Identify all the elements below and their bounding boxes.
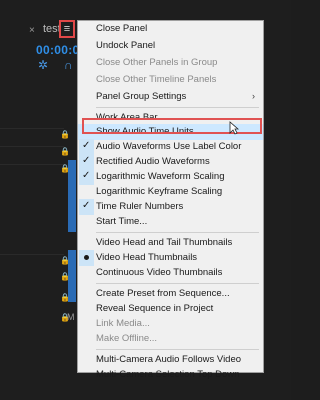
menu-item-label: Logarithmic Keyframe Scaling [96,186,223,197]
track-headers [0,78,64,400]
menu-item[interactable]: ✓ Rectified Audio Waveforms [78,154,263,170]
panel-menu-button[interactable]: ≡ [59,20,75,38]
track-target-indicator[interactable] [68,250,76,302]
menu-item-label: Continuous Video Thumbnails [96,267,223,278]
menu-item[interactable]: Close Other Panels in Group [78,55,263,71]
panel-context-menu: Close Panel Undock Panel Close Other Panel… [77,20,264,380]
menu-item[interactable]: Close Panel [78,21,263,37]
menu-item-label: Reveal Sequence in Project [96,303,214,314]
menu-item-label: Close Other Timeline Panels [96,74,217,85]
menu-item[interactable]: Link Media... [78,316,263,332]
menu-separator [96,232,259,233]
track-label: M [67,312,75,322]
tab-close-icon[interactable]: × [29,25,35,36]
radio-dot [84,255,89,260]
checkmark-glyph: ✓ [82,170,91,181]
checkmark-glyph: ✓ [82,200,91,211]
menu-item[interactable]: Undock Panel [78,38,263,54]
checkmark-glyph: ✓ [82,155,91,166]
menu-item-label: Multi-Camera Selection Top Down [96,369,240,380]
menu-item[interactable]: Make Offline... [78,331,263,347]
menu-item[interactable]: Create Preset from Sequence... [78,286,263,302]
menu-item[interactable]: Start Time... [78,214,263,230]
menu-item-label: Time Ruler Numbers [96,201,184,212]
lock-icon[interactable]: 🔒 [60,147,70,156]
menu-item[interactable]: ✓ Time Ruler Numbers [78,199,263,215]
radio-selected-icon [79,250,94,266]
mouse-cursor-icon [229,121,239,135]
track-target-indicator[interactable] [68,160,76,232]
menu-item[interactable]: Logarithmic Keyframe Scaling [78,184,263,200]
menu-item-label: Logarithmic Waveform Scaling [96,171,225,182]
menu-item-label: Close Panel [96,23,148,34]
menu-item-label: Video Head Thumbnails [96,252,198,263]
menu-item-label: Audio Waveforms Use Label Color [96,141,242,152]
menu-separator [96,107,259,108]
track-divider [0,164,64,165]
hamburger-menu-icon: ≡ [63,22,71,35]
menu-item-label: Make Offline... [96,333,158,344]
menu-item-label: Link Media... [96,318,150,329]
menu-separator [96,349,259,350]
menu-item[interactable]: Multi-Camera Selection Top Down [78,367,263,383]
track-divider [0,128,64,129]
track-divider [0,146,64,147]
checkmark-icon: ✓ [79,169,94,185]
menu-item[interactable]: ✓ Audio Waveforms Use Label Color [78,139,263,155]
menu-item-label: Multi-Camera Audio Follows Video [96,354,242,365]
menu-item-label: Close Other Panels in Group [96,57,218,68]
checkmark-icon: ✓ [79,199,94,215]
menu-item[interactable]: Continuous Video Thumbnails [78,265,263,281]
menu-item[interactable]: Panel Group Settings › [78,89,263,105]
menu-item-label: Create Preset from Sequence... [96,288,230,299]
linked-selection-icon[interactable]: ∩ [64,58,73,72]
menu-item[interactable]: Video Head and Tail Thumbnails [78,235,263,251]
submenu-arrow-icon: › [252,91,255,101]
menu-item-label: Start Time... [96,216,148,227]
menu-separator [96,283,259,284]
checkmark-icon: ✓ [79,154,94,170]
checkmark-icon: ✓ [79,139,94,155]
menu-item[interactable]: ✓ Logarithmic Waveform Scaling [78,169,263,185]
menu-item-label: Panel Group Settings [96,91,187,102]
menu-item-label: Video Head and Tail Thumbnails [96,237,233,248]
snap-icon[interactable]: ✲ [38,58,48,72]
track-divider [0,254,64,255]
menu-item[interactable]: Video Head Thumbnails [78,250,263,266]
menu-item-label: Rectified Audio Waveforms [96,156,210,167]
menu-item[interactable]: Multi-Camera Audio Follows Video [78,352,263,368]
menu-item-label: Undock Panel [96,40,156,51]
checkmark-glyph: ✓ [82,140,91,151]
playhead-timecode[interactable]: 00:00:0 [36,43,79,57]
lock-icon[interactable]: 🔒 [60,130,70,139]
menu-item[interactable]: Close Other Timeline Panels [78,72,263,88]
menu-item[interactable]: Reveal Sequence in Project [78,301,263,317]
